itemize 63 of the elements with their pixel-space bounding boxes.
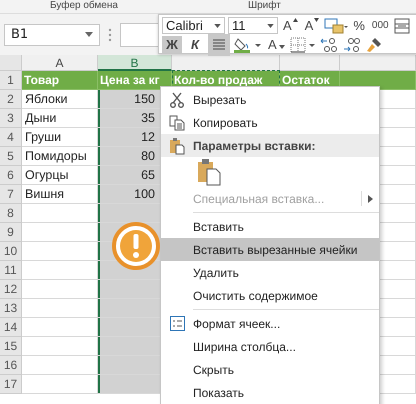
merge-cells-icon[interactable]: [394, 18, 410, 34]
row-header[interactable]: 10: [0, 242, 22, 261]
grow-font-button[interactable]: A: [281, 17, 300, 34]
scissors-icon: [169, 92, 185, 108]
increase-decimal-icon[interactable]: [318, 36, 339, 54]
menu-item[interactable]: Удалить: [161, 261, 379, 284]
row-header[interactable]: 17: [0, 375, 22, 394]
menu-item[interactable]: Показать: [161, 381, 379, 404]
row-header[interactable]: 16: [0, 356, 22, 375]
bold-button[interactable]: Ж: [162, 36, 182, 53]
caret-icon: [214, 24, 221, 28]
copy-icon: [169, 114, 185, 130]
menu-item[interactable]: Ширина столбца...: [161, 335, 379, 358]
caret-icon: [267, 24, 274, 28]
menu-item[interactable]: Формат ячеек...: [161, 312, 379, 335]
table-cell: Товар: [22, 71, 98, 90]
font-color-button[interactable]: A: [266, 36, 287, 53]
row-header[interactable]: 14: [0, 318, 22, 337]
row-header[interactable]: 9: [0, 223, 22, 242]
percent-button[interactable]: %: [351, 17, 367, 34]
row-header[interactable]: 8: [0, 204, 22, 223]
thousands-button[interactable]: 000: [370, 17, 391, 34]
font-size-dropdown[interactable]: 11: [228, 17, 278, 34]
fill-color-icon[interactable]: [233, 36, 263, 54]
row-header[interactable]: 4: [0, 128, 22, 147]
paste-icon: [169, 136, 185, 154]
column-header[interactable]: B: [98, 55, 172, 71]
ribbon-group-label: Шрифт: [248, 0, 281, 13]
menu-item[interactable]: Очистить содержимое: [161, 284, 379, 307]
menu-item[interactable]: Скрыть: [161, 358, 379, 381]
row-header[interactable]: 3: [0, 109, 22, 128]
row-header[interactable]: 7: [0, 185, 22, 204]
menu-item[interactable]: Вставить: [161, 215, 379, 238]
row-header[interactable]: 5: [0, 147, 22, 166]
number-format-icon[interactable]: [324, 16, 348, 34]
menu-item[interactable]: Вставить вырезанные ячейки: [161, 238, 379, 261]
row-header[interactable]: 13: [0, 299, 22, 318]
format-painter-icon[interactable]: [364, 36, 383, 54]
row-header[interactable]: 11: [0, 261, 22, 280]
column-header[interactable]: [172, 55, 280, 71]
menu-section-heading: Параметры вставки:: [193, 138, 316, 152]
row-header[interactable]: 15: [0, 337, 22, 356]
up-triangle-icon: [292, 18, 298, 22]
row-header[interactable]: 1: [0, 71, 22, 90]
ribbon-group-label: Буфер обмена: [50, 0, 118, 13]
borders-icon[interactable]: [290, 36, 316, 52]
caret-icon: [85, 32, 93, 37]
format-cells-icon: [170, 316, 184, 331]
row-header[interactable]: 6: [0, 166, 22, 185]
font-dropdown[interactable]: Calibri: [162, 17, 225, 34]
italic-button[interactable]: К: [185, 36, 205, 53]
down-triangle-icon: [314, 18, 320, 22]
name-box[interactable]: B1: [4, 24, 100, 46]
column-header[interactable]: A: [22, 55, 98, 71]
row-header[interactable]: 2: [0, 90, 22, 109]
submenu-arrow-icon: [368, 194, 373, 202]
decrease-decimal-icon[interactable]: [342, 36, 362, 54]
paste-option-icon[interactable]: [197, 158, 221, 186]
dots-icon: [108, 28, 112, 42]
shrink-font-button[interactable]: A: [302, 17, 322, 34]
table-cell: Цена за кг: [98, 71, 172, 90]
center-align-icon[interactable]: [208, 34, 230, 56]
row-header[interactable]: 12: [0, 280, 22, 299]
